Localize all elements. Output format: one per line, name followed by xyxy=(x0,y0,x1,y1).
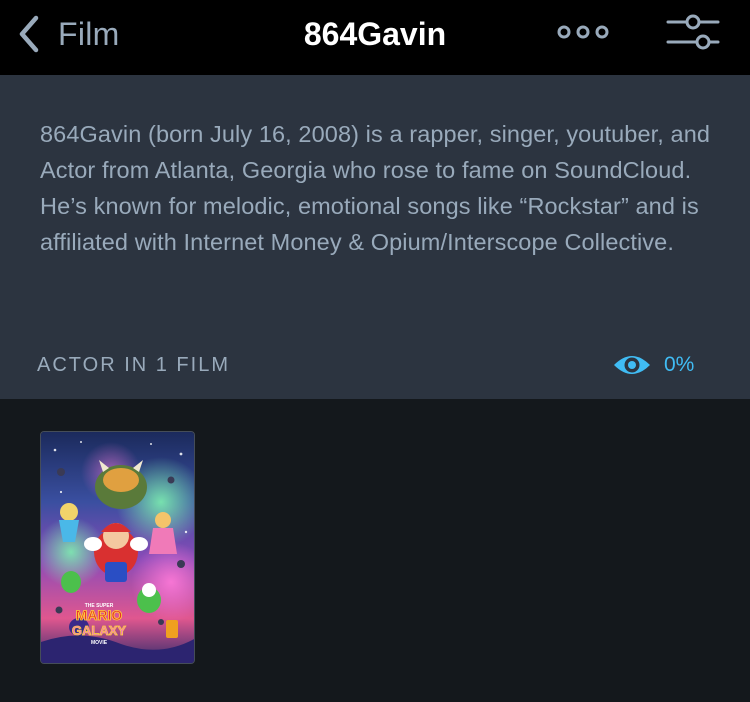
film-poster[interactable]: THE SUPER MARIO GALAXY MOVIE xyxy=(40,431,195,664)
poster-title-line2: MARIO xyxy=(76,607,123,623)
page-title: 864Gavin xyxy=(303,16,447,52)
poster-artwork: THE SUPER MARIO GALAXY MOVIE xyxy=(41,432,194,663)
watched-percent-label: 0% xyxy=(664,353,695,376)
poster-title-line3: GALAXY xyxy=(72,623,127,638)
watched-percentage[interactable]: 0% xyxy=(612,352,694,378)
ellipsis-icon xyxy=(557,25,609,39)
bio-panel: 864Gavin (born July 16, 2008) is a rappe… xyxy=(0,76,750,399)
filter-button[interactable] xyxy=(664,12,722,52)
rating-badge xyxy=(166,620,178,638)
bio-text: 864Gavin (born July 16, 2008) is a rappe… xyxy=(40,121,711,255)
top-nav-bar: Film 864Gavin xyxy=(0,0,750,76)
more-options-button[interactable] xyxy=(556,22,612,42)
poster-title-line4: MOVIE xyxy=(91,640,108,646)
eye-icon xyxy=(614,356,650,374)
sliders-icon xyxy=(666,14,720,50)
filmography-section-label: ACTOR IN 1 FILM xyxy=(37,354,230,376)
